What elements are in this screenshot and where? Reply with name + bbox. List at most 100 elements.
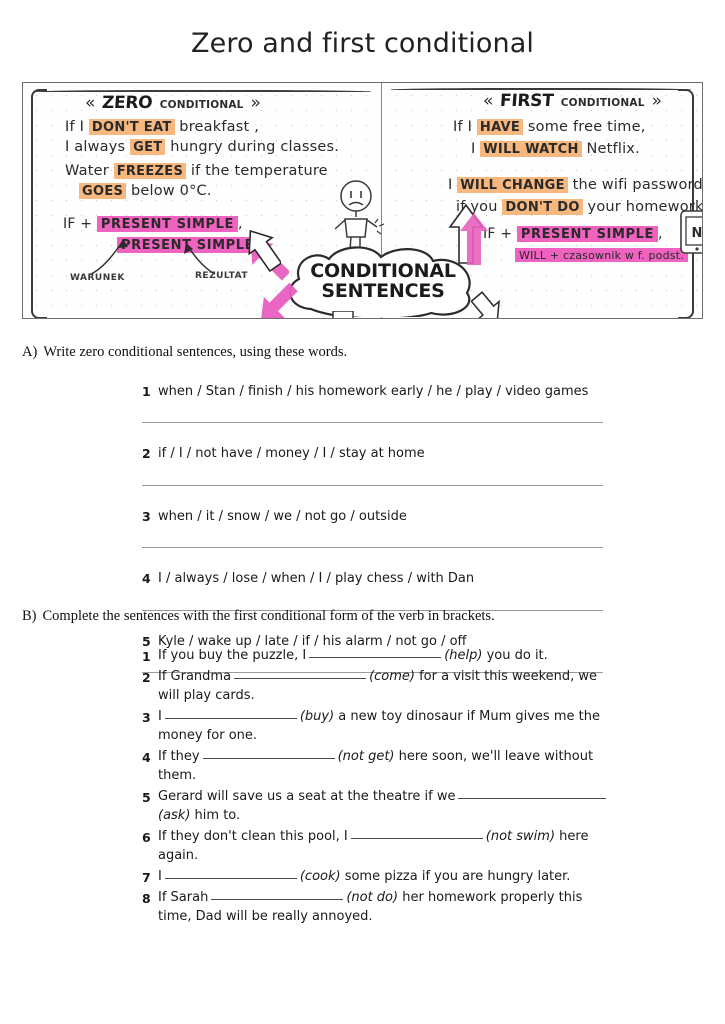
section-a-list-2: 2 if / I / not have / money / I / stay a… [0,445,725,471]
list-item: 5 Gerard will save us a seat at the theat… [142,788,725,825]
answer-line[interactable] [142,484,603,486]
first-formula: IF + PRESENT SIMPLE, WILL + czasownik w … [483,225,688,266]
answer-blank[interactable] [164,877,297,879]
answer-line[interactable] [142,422,603,424]
prompt-after-blank: him to. [190,807,241,823]
label-rezultat: REZULTAT [195,271,249,281]
list-item: 2 If Grandma (come) for a visit this weeke… [142,668,725,705]
section-b: B) Complete the sentences with the first … [0,608,725,929]
verb-hint: (ask) [158,807,191,823]
item-number: 7 [142,869,151,885]
infographic-bracket-left [31,89,47,318]
list-item: 6 If they don't clean this pool, I (not sw… [142,828,725,865]
answer-line[interactable] [142,547,603,549]
item-number: 6 [142,830,151,846]
section-a-list-3: 3 when / it / snow / we / not go / outsi… [0,508,725,534]
cloud-arrow-left-down-icon [261,282,298,318]
prompt-after-blank: you do it. [482,648,548,663]
prompt-after-blank: a new toy dinosaur if Mum gives me the m… [158,709,600,743]
item-prompt: when / it / snow / we / not go / outside [158,508,407,524]
guillemet-close-icon-2: » [651,91,663,111]
list-item: 7 I (cook) some pizza if you are hungry la… [142,868,725,886]
prompt-before-blank: If you buy the puzzle, I [158,648,307,663]
answer-blank[interactable] [309,657,442,658]
first-ex2-part-b: the wifi password [567,177,703,193]
zero-ex1-highlight-1: DON'T EAT [88,119,175,135]
section-a-list: 1 when / Stan / finish / his homework ea… [0,383,725,409]
list-item: 1 If you buy the puzzle, I (help) you do i… [142,647,725,665]
first-ex2-highlight-1: WILL CHANGE [457,177,568,193]
label-warunek: WARUNEK [70,273,125,283]
item-number: 1 [142,384,151,399]
zero-example-1: If I DON'T EAT breakfast , I always GET … [65,117,339,157]
list-item: 3 when / it / snow / we / not go / outsi… [142,508,725,534]
item-prompt: I (cook) some pizza if you are hungry lat… [158,868,570,886]
zero-ex1-part-d: hungry during classes. [165,139,340,155]
zero-ex1-highlight-2: GET [130,139,166,155]
stick-figure-icon [334,180,385,251]
cloud-arrow-right-down-icon [471,291,500,318]
section-b-instruction-text: Complete the sentences with the first co… [42,608,495,624]
item-prompt: If Grandma (come) for a visit this weeken… [158,668,618,705]
cloud-outline-arrow-left-icon [248,229,281,273]
item-number: 4 [142,571,151,587]
zero-ex2-highlight-2: GOES [79,183,127,199]
item-prompt: Gerard will save us a seat at the theatr… [158,788,618,825]
first-formula-highlight-1: PRESENT SIMPLE [516,226,658,242]
item-number: 5 [142,790,151,806]
section-b-instruction: B) Complete the sentences with the first … [0,608,725,625]
section-b-letter: B) [22,608,37,624]
item-number: 4 [142,750,151,766]
section-a-instruction-text: Write zero conditional sentences, using … [43,344,348,360]
item-number: 8 [142,891,151,907]
list-item: 8 If Sarah (not do) her homework properly … [142,889,725,926]
prompt-before-blank: Gerard will save us a seat at the theatr… [158,789,456,805]
section-a-letter: A) [22,344,38,360]
guillemet-open-icon: « [85,93,96,113]
zero-ex1-part-a: If I [65,119,89,135]
zero-ex1-part-c: I always [65,139,131,155]
guillemet-close-icon: » [250,93,261,113]
cloud-magenta-arrow-right-icon [460,213,488,265]
list-item: 2 if / I / not have / money / I / stay a… [142,445,725,471]
item-number: 2 [142,670,151,686]
guillemet-open-icon-2: « [483,91,494,111]
prompt-before-blank: I [158,709,162,725]
answer-blank[interactable] [211,899,344,901]
zero-example-2: Water FREEZES if the temperature GOES be… [65,161,328,201]
cloud-arrow-bottom-icon [332,311,354,318]
prompt-after-blank: some pizza if you are hungry later. [340,868,571,884]
first-ex1-highlight-2: WILL WATCH [480,141,582,157]
first-ex2-part-a: I [448,177,458,193]
answer-blank[interactable] [458,798,607,800]
zero-heading-word: ZERO [101,93,154,113]
item-prompt: I (buy) a new toy dinosaur if Mum gives m… [158,708,618,745]
verb-hint: (not swim) [485,829,556,845]
prompt-before-blank: If they don't clean this pool, I [158,829,348,845]
answer-blank[interactable] [202,758,335,760]
page-title: Zero and first conditional [191,28,534,59]
item-number: 3 [142,508,151,524]
item-prompt: If you buy the puzzle, I (help) you do it… [158,647,548,665]
item-prompt: when / Stan / finish / his homework earl… [158,384,589,399]
answer-blank[interactable] [350,838,483,840]
zero-formula-highlight-1: PRESENT SIMPLE [96,216,238,232]
first-formula-highlight-2: WILL + czasownik w f. podst. [515,248,688,263]
first-example-1: If I HAVE some free time, I WILL WATCH N… [453,117,646,159]
answer-blank[interactable] [164,718,297,720]
answer-blank[interactable] [234,678,367,680]
first-ex1-highlight-1: HAVE [476,119,524,135]
zero-formula-prefix: IF + [63,216,93,232]
tablet-netflix-icon: N [680,210,702,254]
verb-hint: (not do) [346,890,399,906]
first-ex1-part-b: some free time, [523,119,646,135]
first-conditional-heading: « FIRST CONDITIONAL » [483,91,662,111]
prompt-before-blank: I [158,868,162,884]
first-ex1-part-a: If I [453,119,477,135]
prompt-before-blank: If Sarah [158,890,209,906]
verb-hint: (buy) [299,709,335,725]
list-item: 4 If they (not get) here soon, we'll leave… [142,748,725,785]
section-a-instruction: A) Write zero conditional sentences, usin… [0,344,725,361]
prompt-before-blank: If they [158,749,200,765]
item-number: 3 [142,710,151,726]
